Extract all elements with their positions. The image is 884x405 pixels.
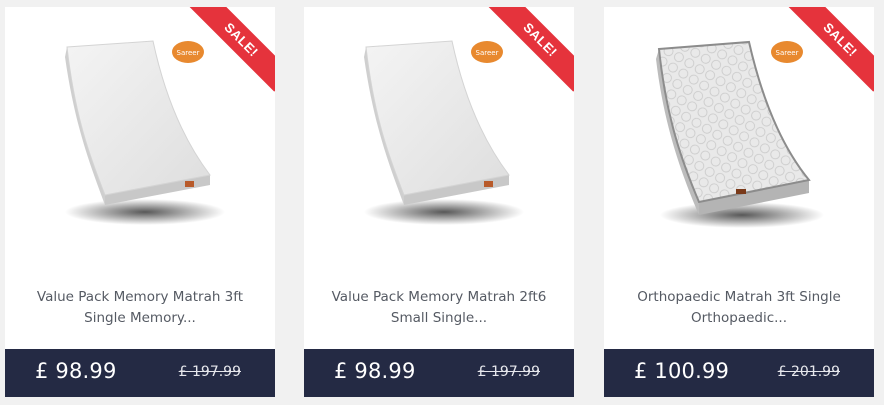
product-card[interactable]: Sareer SALE! Value Pack Memory Matrah 2f… xyxy=(304,7,574,397)
brand-logo-icon: Sareer xyxy=(771,41,803,63)
product-title-line[interactable]: Value Pack Memory Matrah 2ft6 xyxy=(314,287,564,308)
current-price: £ 100.99 xyxy=(634,359,730,383)
product-title-line[interactable]: Single Memory... xyxy=(15,308,265,329)
svg-text:Sareer: Sareer xyxy=(177,49,200,57)
product-title[interactable]: Value Pack Memory Matrah 2ft6 Small Sing… xyxy=(314,287,564,329)
price-bar: £ 98.99 £ 197.99 xyxy=(5,349,275,397)
product-image[interactable]: Sareer xyxy=(604,7,874,269)
product-image[interactable]: Sareer xyxy=(304,7,574,269)
brand-logo-icon: Sareer xyxy=(471,41,503,63)
product-card[interactable]: Sareer SALE! Value Pack Memory Matrah 3f… xyxy=(5,7,275,397)
current-price: £ 98.99 xyxy=(35,359,117,383)
original-price: £ 197.99 xyxy=(477,364,540,380)
svg-text:Sareer: Sareer xyxy=(776,49,799,57)
original-price: £ 201.99 xyxy=(777,364,840,380)
price-bar: £ 100.99 £ 201.99 xyxy=(604,349,874,397)
product-title[interactable]: Value Pack Memory Matrah 3ft Single Memo… xyxy=(15,287,265,329)
product-card[interactable]: Sareer SALE! Orthopaedic Matrah 3ft Sing… xyxy=(604,7,874,397)
product-title[interactable]: Orthopaedic Matrah 3ft Single Orthopaedi… xyxy=(614,287,864,329)
current-price: £ 98.99 xyxy=(334,359,416,383)
product-title-line[interactable]: Value Pack Memory Matrah 3ft xyxy=(15,287,265,308)
product-title-line[interactable]: Small Single... xyxy=(314,308,564,329)
svg-text:Sareer: Sareer xyxy=(476,49,499,57)
product-title-line[interactable]: Orthopaedic Matrah 3ft Single xyxy=(614,287,864,308)
brand-logo-icon: Sareer xyxy=(172,41,204,63)
product-image[interactable]: Sareer xyxy=(5,7,275,269)
original-price: £ 197.99 xyxy=(178,364,241,380)
product-title-line[interactable]: Orthopaedic... xyxy=(614,308,864,329)
price-bar: £ 98.99 £ 197.99 xyxy=(304,349,574,397)
